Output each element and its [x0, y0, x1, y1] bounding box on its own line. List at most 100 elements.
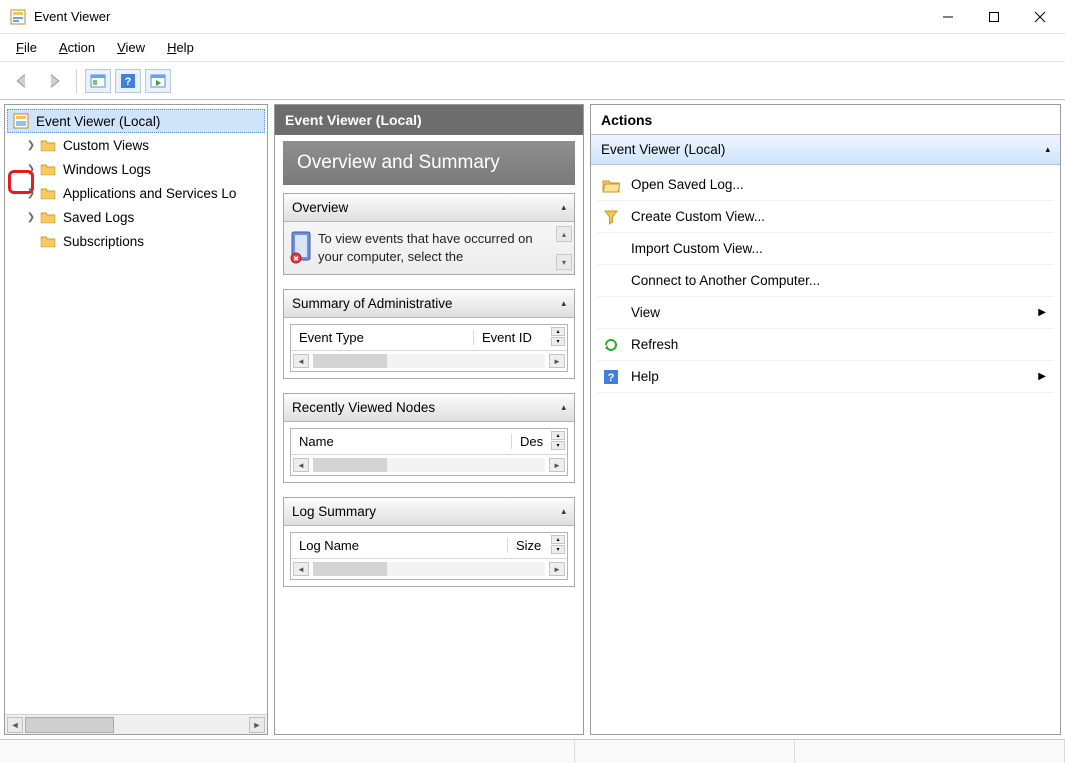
folder-icon — [39, 137, 57, 153]
menu-file[interactable]: File — [6, 38, 47, 57]
svg-text:✖: ✖ — [293, 256, 299, 263]
expand-icon[interactable]: ❯ — [23, 140, 39, 151]
expand-icon[interactable]: ❯ — [23, 164, 39, 175]
nav-back-button[interactable] — [8, 67, 36, 95]
action-item[interactable]: Refresh — [597, 329, 1054, 361]
tree-item-label: Custom Views — [61, 138, 149, 153]
tree-item[interactable]: ❯ Custom Views — [5, 133, 267, 157]
blank-icon — [601, 239, 621, 259]
collapse-icon[interactable]: ▴ — [561, 202, 566, 213]
collapse-icon[interactable]: ▴ — [561, 402, 566, 413]
collapse-icon[interactable]: ▴ — [561, 506, 566, 517]
scroll-right-arrow[interactable]: ► — [549, 562, 565, 576]
action-item[interactable]: Import Custom View... — [597, 233, 1054, 265]
summary-section: Summary of Administrative ▴ Event Type E… — [283, 289, 575, 379]
expand-icon[interactable]: ❯ — [23, 212, 39, 223]
table-spinner[interactable]: ▴▾ — [551, 431, 565, 450]
properties-button[interactable] — [85, 69, 111, 93]
close-button[interactable] — [1017, 1, 1063, 33]
collapse-icon[interactable]: ▴ — [1045, 144, 1050, 155]
svg-text:?: ? — [125, 76, 132, 88]
table-spinner[interactable]: ▴▾ — [551, 327, 565, 346]
tree-body[interactable]: Event Viewer (Local) ❯ Custom Views ❯Windo… — [5, 105, 267, 714]
log-summary-hscroll[interactable]: ◄ ► — [291, 559, 567, 579]
submenu-arrow-icon: ▶ — [1038, 307, 1046, 318]
recent-table: Name Des ▴▾ ◄ ► — [290, 428, 568, 476]
open-folder-icon — [601, 175, 621, 195]
overview-section: Overview ▴ ✖ To view events that have oc… — [283, 193, 575, 275]
scroll-left-arrow[interactable]: ◄ — [7, 717, 23, 733]
tree-horizontal-scrollbar[interactable]: ◄ ► — [5, 714, 267, 734]
scroll-left-arrow[interactable]: ◄ — [293, 458, 309, 472]
menu-action[interactable]: Action — [49, 38, 105, 57]
menu-view[interactable]: View — [107, 38, 155, 57]
scroll-left-arrow[interactable]: ◄ — [293, 562, 309, 576]
tree-item[interactable]: Subscriptions — [5, 229, 267, 253]
tree-item[interactable]: ❯Windows Logs — [5, 157, 267, 181]
action-item[interactable]: Create Custom View... — [597, 201, 1054, 233]
overview-vertical-scrollbar[interactable]: ▴ ▾ — [556, 226, 572, 270]
action-item[interactable]: Open Saved Log... — [597, 169, 1054, 201]
tree-item-label: Saved Logs — [61, 210, 134, 225]
recent-hscroll[interactable]: ◄ ► — [291, 455, 567, 475]
scroll-up-arrow[interactable]: ▴ — [556, 226, 572, 242]
overview-body: ✖ To view events that have occurred on y… — [284, 222, 574, 274]
minimize-button[interactable] — [925, 1, 971, 33]
col-event-type[interactable]: Event Type — [291, 330, 473, 345]
blank-icon — [601, 271, 621, 291]
col-size[interactable]: Size — [507, 538, 551, 553]
help-button[interactable]: ? — [115, 69, 141, 93]
scroll-right-arrow[interactable]: ► — [549, 354, 565, 368]
maximize-button[interactable] — [971, 1, 1017, 33]
action-item[interactable]: Connect to Another Computer... — [597, 265, 1054, 297]
tree-item-label: Applications and Services Lo — [61, 186, 236, 201]
status-cell — [575, 740, 795, 763]
collapse-icon[interactable]: ▴ — [561, 298, 566, 309]
event-viewer-icon — [12, 113, 30, 129]
tree-root-label: Event Viewer (Local) — [34, 114, 160, 129]
tree-item[interactable]: ❯ Saved Logs — [5, 205, 267, 229]
col-log-name[interactable]: Log Name — [291, 538, 507, 553]
scroll-left-arrow[interactable]: ◄ — [293, 354, 309, 368]
details-header: Event Viewer (Local) — [275, 105, 583, 135]
summary-title: Summary of Administrative — [292, 296, 453, 311]
overview-title: Overview — [292, 200, 348, 215]
scroll-thumb[interactable] — [25, 717, 114, 733]
summary-table-header[interactable]: Event Type Event ID ▴▾ — [291, 325, 567, 351]
action-item[interactable]: View ▶ — [597, 297, 1054, 329]
col-desc[interactable]: Des — [511, 434, 551, 449]
title-bar: Event Viewer — [0, 0, 1065, 34]
col-name[interactable]: Name — [291, 434, 511, 449]
tree-root[interactable]: Event Viewer (Local) — [7, 109, 265, 133]
table-spinner[interactable]: ▴▾ — [551, 535, 565, 554]
show-hide-console-tree-button[interactable] — [145, 69, 171, 93]
action-label: Connect to Another Computer... — [631, 273, 820, 288]
action-item[interactable]: ?Help▶ — [597, 361, 1054, 393]
recent-section: Recently Viewed Nodes ▴ Name Des ▴▾ ◄ — [283, 393, 575, 483]
folder-icon — [39, 209, 57, 225]
menu-help[interactable]: Help — [157, 38, 204, 57]
expand-icon[interactable]: ❯ — [23, 188, 39, 199]
scroll-down-arrow[interactable]: ▾ — [556, 254, 572, 270]
blank-icon — [601, 303, 621, 323]
actions-group-header[interactable]: Event Viewer (Local) ▴ — [591, 135, 1060, 165]
scroll-track[interactable] — [25, 717, 247, 733]
toolbar: ? — [0, 62, 1065, 100]
overview-section-header[interactable]: Overview ▴ — [284, 194, 574, 222]
action-label: View — [631, 305, 660, 320]
tree-item[interactable]: ❯ Applications and Services Lo — [5, 181, 267, 205]
log-summary-table-header[interactable]: Log Name Size ▴▾ — [291, 533, 567, 559]
summary-section-header[interactable]: Summary of Administrative ▴ — [284, 290, 574, 318]
summary-hscroll[interactable]: ◄ ► — [291, 351, 567, 371]
recent-section-header[interactable]: Recently Viewed Nodes ▴ — [284, 394, 574, 422]
book-icon: ✖ — [288, 230, 318, 266]
recent-table-header[interactable]: Name Des ▴▾ — [291, 429, 567, 455]
status-bar — [0, 739, 1065, 763]
nav-forward-button[interactable] — [40, 67, 68, 95]
col-event-id[interactable]: Event ID — [473, 330, 551, 345]
log-summary-section-header[interactable]: Log Summary ▴ — [284, 498, 574, 526]
details-subheader: Overview and Summary — [283, 141, 575, 185]
scroll-right-arrow[interactable]: ► — [249, 717, 265, 733]
actions-group-label: Event Viewer (Local) — [601, 142, 725, 157]
scroll-right-arrow[interactable]: ► — [549, 458, 565, 472]
